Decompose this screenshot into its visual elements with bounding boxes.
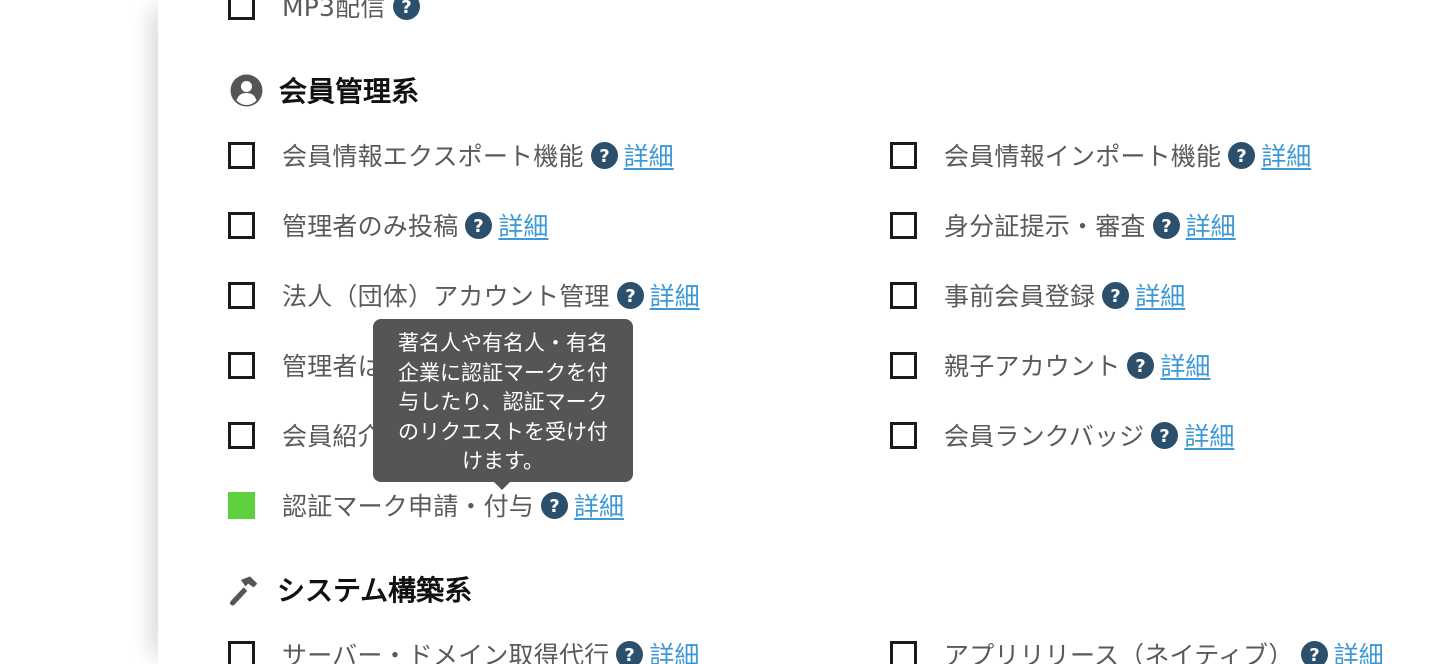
- option-verification-mark[interactable]: 認証マーク申請・付与 ? 詳細: [228, 487, 624, 523]
- checkbox[interactable]: [228, 211, 255, 239]
- option-admin-partial[interactable]: 管理者は: [228, 347, 383, 383]
- help-icon[interactable]: ?: [1151, 421, 1179, 449]
- help-icon[interactable]: ?: [1152, 211, 1180, 239]
- option-label: アプリリリース（ネイティブ）: [944, 641, 1294, 664]
- detail-link[interactable]: 詳細: [649, 636, 699, 664]
- option-label: 認証マーク申請・付与: [282, 492, 535, 521]
- detail-link[interactable]: 詳細: [574, 487, 624, 523]
- svg-text:?: ?: [599, 146, 609, 167]
- option-server-domain[interactable]: サーバー・ドメイン取得代行 ? 詳細: [228, 636, 699, 664]
- tooltip-arrow: [493, 481, 511, 490]
- tooltip-line: のリクエストを受け付: [398, 419, 608, 444]
- detail-link[interactable]: 詳細: [624, 137, 674, 173]
- option-parent-child-account[interactable]: 親子アカウント ? 詳細: [890, 347, 1210, 383]
- section-title-member: 会員管理系: [230, 70, 419, 110]
- checkbox[interactable]: [890, 421, 917, 449]
- section-title-system: システム構築系: [228, 569, 472, 609]
- checkbox[interactable]: [890, 281, 917, 309]
- detail-link[interactable]: 詳細: [650, 277, 700, 313]
- option-label: 法人（団体）アカウント管理: [282, 282, 610, 311]
- help-icon[interactable]: ?: [541, 491, 569, 519]
- option-corporate-account[interactable]: 法人（団体）アカウント管理 ? 詳細: [228, 277, 700, 313]
- detail-link[interactable]: 詳細: [1186, 207, 1236, 243]
- detail-link[interactable]: 詳細: [1334, 636, 1384, 664]
- help-icon[interactable]: ?: [616, 640, 644, 664]
- help-icon[interactable]: ?: [465, 211, 493, 239]
- option-label: 会員情報エクスポート機能: [282, 142, 584, 171]
- svg-text:?: ?: [549, 496, 559, 517]
- checkbox[interactable]: [228, 281, 255, 309]
- svg-text:?: ?: [1160, 426, 1170, 447]
- option-pre-registration[interactable]: 事前会員登録 ? 詳細: [890, 277, 1185, 313]
- help-icon[interactable]: ?: [1127, 351, 1155, 379]
- checkbox[interactable]: [890, 141, 917, 169]
- option-mp3[interactable]: MP3配信 ?: [228, 0, 420, 24]
- detail-link[interactable]: 詳細: [1135, 277, 1185, 313]
- option-label: 会員ランクバッジ: [944, 422, 1145, 451]
- tooltip-line: 企業に認証マークを付: [398, 360, 608, 385]
- option-label: サーバー・ドメイン取得代行: [282, 641, 610, 664]
- checkbox[interactable]: [890, 351, 917, 379]
- option-rank-badge[interactable]: 会員ランクバッジ ? 詳細: [890, 417, 1234, 453]
- help-icon[interactable]: ?: [590, 141, 618, 169]
- tooltip-line: けます。: [462, 449, 544, 473]
- help-icon[interactable]: ?: [1300, 640, 1328, 664]
- help-icon[interactable]: ?: [616, 281, 644, 309]
- svg-text:?: ?: [625, 286, 635, 307]
- detail-link[interactable]: 詳細: [498, 207, 548, 243]
- option-member-import[interactable]: 会員情報インポート機能 ? 詳細: [890, 137, 1311, 173]
- detail-link[interactable]: 詳細: [1184, 417, 1234, 453]
- svg-text:?: ?: [625, 645, 635, 664]
- option-label: 管理者は: [282, 352, 383, 381]
- option-id-verification[interactable]: 身分証提示・審査 ? 詳細: [890, 207, 1236, 243]
- svg-text:?: ?: [1236, 146, 1246, 167]
- section-heading: 会員管理系: [279, 75, 420, 108]
- page-background: [0, 0, 158, 664]
- option-admin-post-only[interactable]: 管理者のみ投稿 ? 詳細: [228, 207, 548, 243]
- option-label: 親子アカウント: [944, 352, 1121, 381]
- option-member-referral[interactable]: 会員紹介: [228, 417, 383, 453]
- option-native-app-release[interactable]: アプリリリース（ネイティブ） ? 詳細: [890, 636, 1384, 664]
- option-member-export[interactable]: 会員情報エクスポート機能 ? 詳細: [228, 137, 674, 173]
- tooltip-line: 与したり、認証マーク: [398, 390, 608, 414]
- tooltip-line: 著名人や有名人・有名: [398, 331, 608, 355]
- option-label: 身分証提示・審査: [944, 212, 1146, 241]
- option-label: 管理者のみ投稿: [282, 212, 459, 241]
- help-icon[interactable]: ?: [1102, 281, 1130, 309]
- detail-link[interactable]: 詳細: [1160, 347, 1210, 383]
- option-label: MP3配信: [282, 0, 386, 22]
- checkbox-checked[interactable]: [228, 491, 255, 519]
- help-tooltip: 著名人や有名人・有名 企業に認証マークを付 与したり、認証マーク のリクエストを…: [373, 319, 633, 482]
- detail-link[interactable]: 詳細: [1261, 137, 1311, 173]
- svg-text:?: ?: [1110, 286, 1120, 307]
- checkbox[interactable]: [228, 0, 255, 20]
- svg-text:?: ?: [474, 216, 484, 237]
- hammer-icon: [228, 573, 261, 606]
- checkbox[interactable]: [890, 640, 917, 664]
- checkbox[interactable]: [228, 640, 255, 664]
- svg-text:?: ?: [1161, 216, 1171, 237]
- svg-text:?: ?: [1309, 645, 1319, 664]
- option-label: 会員情報インポート機能: [944, 142, 1222, 171]
- help-icon[interactable]: ?: [392, 0, 420, 20]
- option-label: 事前会員登録: [944, 282, 1096, 311]
- checkbox[interactable]: [890, 211, 917, 239]
- help-icon[interactable]: ?: [1228, 141, 1256, 169]
- checkbox[interactable]: [228, 141, 255, 169]
- svg-text:?: ?: [401, 0, 411, 18]
- option-label: 会員紹介: [282, 422, 383, 451]
- user-circle-icon: [230, 74, 263, 107]
- svg-text:?: ?: [1136, 356, 1146, 377]
- options-panel: MP3配信 ? 会員管理系 会員情報エクスポート機能 ? 詳細 管理者のみ投稿 …: [158, 0, 1438, 664]
- checkbox[interactable]: [228, 421, 255, 449]
- section-heading: システム構築系: [277, 574, 473, 607]
- checkbox[interactable]: [228, 351, 255, 379]
